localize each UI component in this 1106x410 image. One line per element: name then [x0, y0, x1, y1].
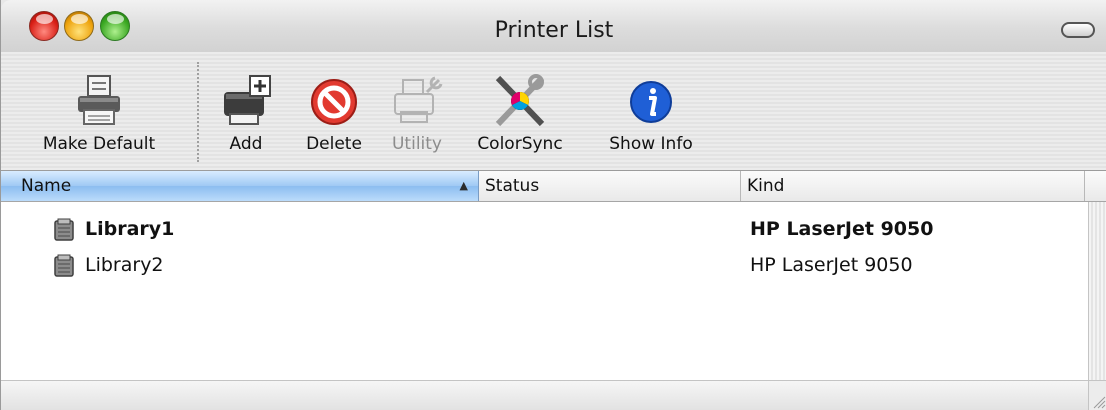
printer-list-window: Printer List Make Default Add Delete Uti…	[0, 0, 1106, 410]
colorsync-button[interactable]: ColorSync	[457, 52, 583, 170]
title-bar[interactable]: Printer List	[1, 0, 1106, 52]
printer-kind: HP LaserJet 9050	[750, 218, 934, 240]
show-info-label: Show Info	[609, 134, 693, 154]
table-row[interactable]: Library2 HP LaserJet 9050	[1, 248, 1088, 282]
add-printer-icon	[213, 74, 279, 130]
column-header-status-label: Status	[485, 176, 540, 196]
printer-library-icon	[53, 218, 75, 242]
delete-icon	[293, 74, 375, 130]
sort-ascending-icon: ▲	[459, 179, 468, 192]
delete-label: Delete	[306, 134, 362, 154]
column-header-name-label: Name	[21, 176, 72, 196]
colorsync-icon	[457, 74, 583, 130]
window-title: Printer List	[494, 18, 614, 43]
info-icon	[591, 74, 711, 130]
toolbar-separator	[197, 62, 199, 162]
horizontal-scrollbar[interactable]	[1, 380, 1088, 410]
add-label: Add	[229, 134, 263, 154]
printer-library-icon	[53, 254, 75, 278]
printer-kind: HP LaserJet 9050	[750, 254, 913, 276]
column-header-name[interactable]: Name ▲	[1, 171, 479, 201]
column-header-status[interactable]: Status	[479, 171, 741, 201]
printer-name: Library1	[85, 218, 175, 240]
vertical-scrollbar[interactable]	[1088, 202, 1106, 380]
utility-label: Utility	[391, 134, 442, 154]
make-default-label: Make Default	[42, 134, 156, 154]
make-default-button[interactable]: Make Default	[19, 52, 179, 170]
colorsync-label: ColorSync	[477, 134, 563, 154]
utility-button: Utility	[379, 52, 455, 170]
column-header-row: Name ▲ Status Kind	[1, 171, 1106, 202]
resize-grip-icon[interactable]	[1088, 380, 1106, 410]
printer-utility-icon	[379, 74, 455, 130]
column-header-kind-label: Kind	[747, 176, 785, 196]
printer-list: Library1 HP LaserJet 9050 Library2 HP La…	[1, 202, 1088, 380]
delete-button[interactable]: Delete	[293, 52, 375, 170]
toolbar-toggle-button[interactable]	[1061, 22, 1095, 38]
column-header-kind[interactable]: Kind	[741, 171, 1085, 201]
show-info-button[interactable]: Show Info	[591, 52, 711, 170]
printer-name: Library2	[85, 254, 164, 276]
add-printer-button[interactable]: Add	[213, 52, 279, 170]
printer-icon	[19, 74, 179, 130]
table-row[interactable]: Library1 HP LaserJet 9050	[1, 212, 1088, 246]
toolbar: Make Default Add Delete Utility ColorSyn…	[1, 52, 1106, 171]
